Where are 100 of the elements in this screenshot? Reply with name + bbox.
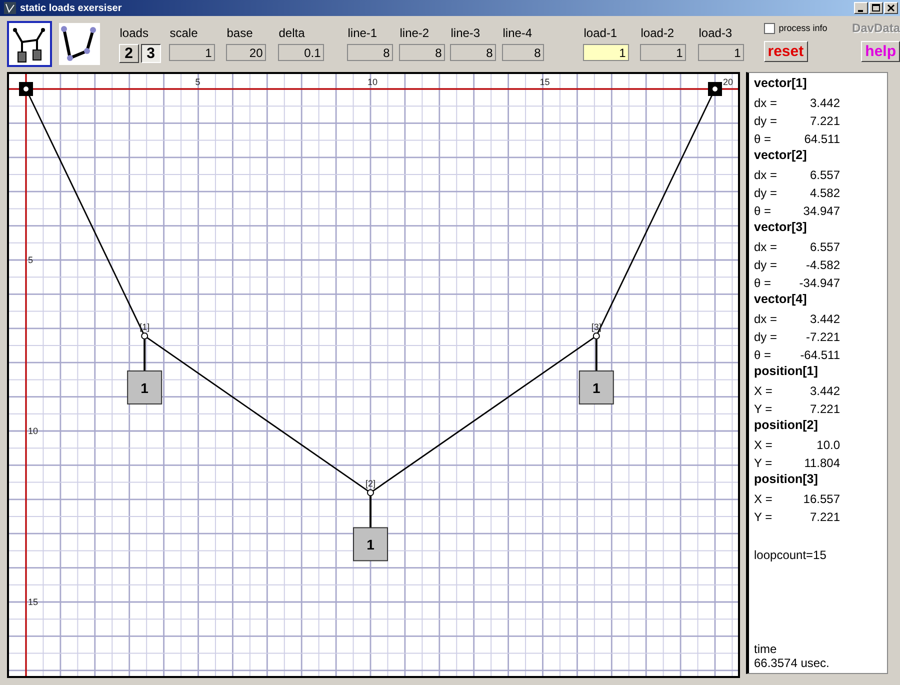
window-title: static loads exersiser [20, 2, 122, 14]
axis-tick-label: 20 [723, 77, 734, 87]
joint-node [367, 489, 374, 496]
readout-name: θ = [754, 132, 772, 146]
readout-name: X = [754, 438, 774, 452]
checkbox-label: process info [778, 23, 828, 33]
input-field[interactable]: 20 [226, 44, 266, 61]
axis-tick-label: 5 [195, 77, 200, 87]
readout-name: X = [754, 384, 774, 398]
readout-name: θ = [754, 204, 772, 218]
hanger-line [595, 338, 598, 371]
input-field[interactable]: 1 [168, 44, 215, 61]
anchor-point [708, 82, 722, 96]
field-label: scale [168, 26, 199, 40]
loopcount-text: loopcount=15 [754, 548, 828, 562]
anchor-point [19, 82, 33, 96]
close-button[interactable] [884, 2, 898, 14]
weight-block[interactable]: 1 [127, 370, 162, 404]
readout-value: 6.557 [808, 240, 840, 254]
axis-tick-label: 10 [368, 77, 378, 87]
readout-name: Y = [754, 510, 774, 524]
readout-value: 3.442 [808, 312, 840, 326]
readout-value: -7.221 [804, 330, 840, 344]
close-icon [887, 4, 895, 12]
field-label: load-3 [698, 26, 734, 40]
section-heading: vector[3] [754, 220, 808, 236]
input-field[interactable]: 8 [450, 44, 496, 61]
input-field[interactable]: 8 [398, 44, 445, 61]
section-heading: position[1] [754, 364, 819, 380]
maximize-button[interactable] [869, 2, 883, 14]
readout-name: θ = [754, 276, 772, 290]
input-field[interactable]: 8 [346, 44, 393, 61]
hanger-line [370, 496, 372, 528]
weight-block[interactable]: 1 [353, 527, 388, 562]
readout-value: 6.557 [808, 168, 840, 182]
chain-mode-button[interactable] [56, 21, 102, 67]
readout-value: 34.947 [802, 204, 840, 218]
section-heading: vector[4] [754, 292, 808, 308]
weight-block[interactable]: 1 [578, 370, 614, 404]
readout-name: dy = [754, 258, 778, 272]
input-field[interactable]: 1 [640, 44, 686, 61]
app-icon [4, 2, 16, 14]
hanging-loads-mode-button[interactable] [7, 21, 52, 67]
field-label: line-4 [502, 26, 534, 40]
loads-label: loads [118, 26, 150, 40]
maximize-icon [872, 4, 880, 12]
input-field[interactable]: 1 [698, 44, 744, 61]
field-label: load-1 [582, 26, 618, 40]
readout-name: dy = [754, 114, 778, 128]
minimize-button[interactable] [854, 2, 868, 14]
readout-value: 7.221 [808, 114, 840, 128]
readout-value: 16.557 [802, 492, 840, 506]
axis-tick-label: 15 [28, 597, 38, 607]
readout-name: dx = [754, 96, 778, 110]
loads-option[interactable]: 3 [140, 44, 161, 63]
section-heading: vector[1] [754, 76, 808, 92]
axis-tick-label: 10 [28, 426, 38, 436]
field-label: load-2 [640, 26, 676, 40]
readout-value: 3.442 [808, 96, 840, 110]
section-heading: position[3] [754, 472, 819, 488]
process-info-checkbox[interactable]: process info [764, 22, 828, 34]
readout-name: dy = [754, 330, 778, 344]
readout-name: dy = [754, 186, 778, 200]
field-label: line-3 [450, 26, 482, 40]
joint-node [141, 332, 148, 340]
readout-name: Y = [754, 402, 774, 416]
time-value: 66.3574 usec. [754, 656, 830, 670]
readout-value: 10.0 [816, 438, 840, 452]
node-label: [1] [140, 322, 150, 332]
readout-value: 7.221 [808, 510, 840, 524]
readout-name: dx = [754, 168, 778, 182]
field-label: delta [278, 26, 306, 40]
field-label: line-2 [398, 26, 430, 40]
readout-name: Y = [754, 456, 774, 470]
joint-node [592, 332, 600, 340]
input-field[interactable]: 0.1 [278, 44, 324, 61]
readout-value: 64.511 [803, 132, 840, 146]
readout-value: 3.442 [808, 384, 840, 398]
hanger-line [144, 338, 146, 371]
readout-value: 7.221 [808, 402, 840, 416]
axis-tick-label: 15 [540, 77, 550, 87]
readout-value: 11.804 [803, 456, 840, 470]
input-field[interactable]: 1 [582, 44, 629, 61]
readout-value: -34.947 [798, 276, 840, 290]
checkbox[interactable] [764, 22, 775, 34]
readout-value: -4.582 [804, 258, 840, 272]
readout-value: -64.511 [799, 348, 840, 362]
section-heading: position[2] [754, 418, 819, 434]
time-label: time [754, 642, 778, 656]
readout-name: θ = [754, 348, 772, 362]
loads-option[interactable]: 2 [118, 44, 139, 63]
readout-name: dx = [754, 240, 778, 254]
field-label: base [226, 26, 254, 40]
readout-value: 4.582 [808, 186, 840, 200]
field-label: line-1 [346, 26, 378, 40]
readout-name: dx = [754, 312, 778, 326]
node-label: [3] [591, 322, 602, 332]
input-field[interactable]: 8 [502, 44, 544, 61]
node-label: [2] [366, 478, 376, 489]
axis-tick-label: 5 [28, 255, 34, 265]
